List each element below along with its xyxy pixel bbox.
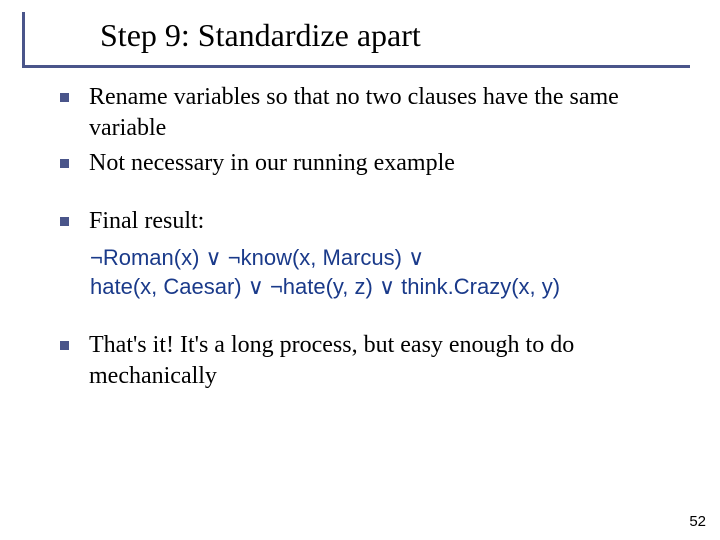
formula-line-2: hate(x, Caesar) ∨ ¬hate(y, z) ∨ think.Cr…	[90, 272, 680, 302]
formula-line-1: ¬Roman(x) ∨ ¬know(x, Marcus) ∨	[90, 243, 680, 273]
title-accent-bar	[22, 12, 25, 68]
bullet-text: Final result:	[89, 206, 204, 237]
slide-title: Step 9: Standardize apart	[48, 16, 690, 62]
page-number: 52	[689, 513, 706, 530]
square-bullet-icon	[60, 93, 69, 102]
spacer	[60, 184, 680, 206]
bullet-item: Rename variables so that no two clauses …	[60, 82, 680, 144]
bullet-text: That's it! It's a long process, but easy…	[89, 330, 680, 392]
slide: Step 9: Standardize apart Rename variabl…	[0, 0, 720, 540]
slide-body: Rename variables so that no two clauses …	[60, 82, 680, 397]
bullet-item: That's it! It's a long process, but easy…	[60, 330, 680, 392]
square-bullet-icon	[60, 159, 69, 168]
title-container: Step 9: Standardize apart	[48, 16, 690, 62]
square-bullet-icon	[60, 217, 69, 226]
bullet-item: Not necessary in our running example	[60, 148, 680, 179]
spacer	[60, 308, 680, 330]
square-bullet-icon	[60, 341, 69, 350]
formula-block: ¬Roman(x) ∨ ¬know(x, Marcus) ∨ hate(x, C…	[90, 243, 680, 302]
bullet-item: Final result:	[60, 206, 680, 237]
bullet-text: Not necessary in our running example	[89, 148, 455, 179]
bullet-text: Rename variables so that no two clauses …	[89, 82, 680, 144]
